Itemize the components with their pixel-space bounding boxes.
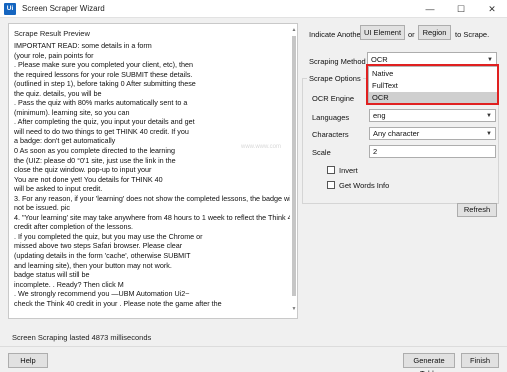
or-label: or [408, 30, 415, 39]
chevron-down-icon: ▼ [486, 131, 492, 137]
finish-button[interactable]: Finish [461, 353, 499, 368]
scale-label: Scale [312, 148, 331, 157]
ui-element-button[interactable]: UI Element [360, 25, 405, 40]
scraping-method-value: OCR [371, 55, 388, 64]
scrollbar-thumb[interactable] [292, 36, 296, 296]
scroll-up-icon[interactable]: ▲ [291, 26, 297, 34]
uipath-app-icon: Ui [4, 3, 16, 15]
help-button[interactable]: Help [8, 353, 48, 368]
footer-divider [0, 346, 507, 347]
scrape-result-preview-panel: Scrape Result Preview IMPORTANT READ: so… [8, 23, 298, 319]
refresh-button[interactable]: Refresh [457, 203, 497, 217]
scroll-down-icon[interactable]: ▼ [291, 305, 297, 313]
languages-value: eng [373, 111, 386, 120]
close-button[interactable]: ✕ [477, 0, 507, 18]
region-button[interactable]: Region [418, 25, 451, 40]
window-title: Screen Scraper Wizard [22, 4, 105, 13]
maximize-button[interactable]: ☐ [446, 0, 476, 18]
invert-label: Invert [339, 166, 358, 175]
status-text: Screen Scraping lasted 4873 milliseconds [12, 333, 152, 342]
ocr-engine-label: OCR Engine [312, 94, 355, 103]
preview-scrollbar[interactable]: ▲ ▼ [291, 26, 297, 314]
chevron-down-icon: ▼ [486, 113, 492, 119]
get-words-info-label: Get Words Info [339, 181, 390, 190]
scale-input[interactable]: 2 [369, 145, 496, 158]
minimize-button[interactable]: — [415, 0, 445, 18]
invert-checkbox[interactable] [327, 166, 335, 174]
watermark: www.www.com [241, 144, 282, 150]
generate-table-button[interactable]: Generate Table [403, 353, 455, 372]
annotation-highlight-box [366, 64, 499, 105]
to-scrape-label: to Scrape. [455, 30, 490, 39]
characters-label: Characters [312, 130, 349, 139]
get-words-info-checkbox[interactable] [327, 181, 335, 189]
indicate-prefix: Indicate Another [309, 30, 364, 39]
characters-value: Any character [373, 129, 420, 138]
characters-select[interactable]: Any character ▼ [369, 127, 496, 140]
preview-label: Scrape Result Preview [14, 29, 90, 38]
scraping-method-label: Scraping Method [309, 57, 366, 66]
languages-select[interactable]: eng ▼ [369, 109, 496, 122]
scrape-options-title: Scrape Options [307, 74, 363, 83]
title-bar: Ui Screen Scraper Wizard — ☐ ✕ [0, 0, 507, 18]
languages-label: Languages [312, 113, 350, 122]
preview-text[interactable]: IMPORTANT READ: some details in a form (… [14, 41, 290, 309]
